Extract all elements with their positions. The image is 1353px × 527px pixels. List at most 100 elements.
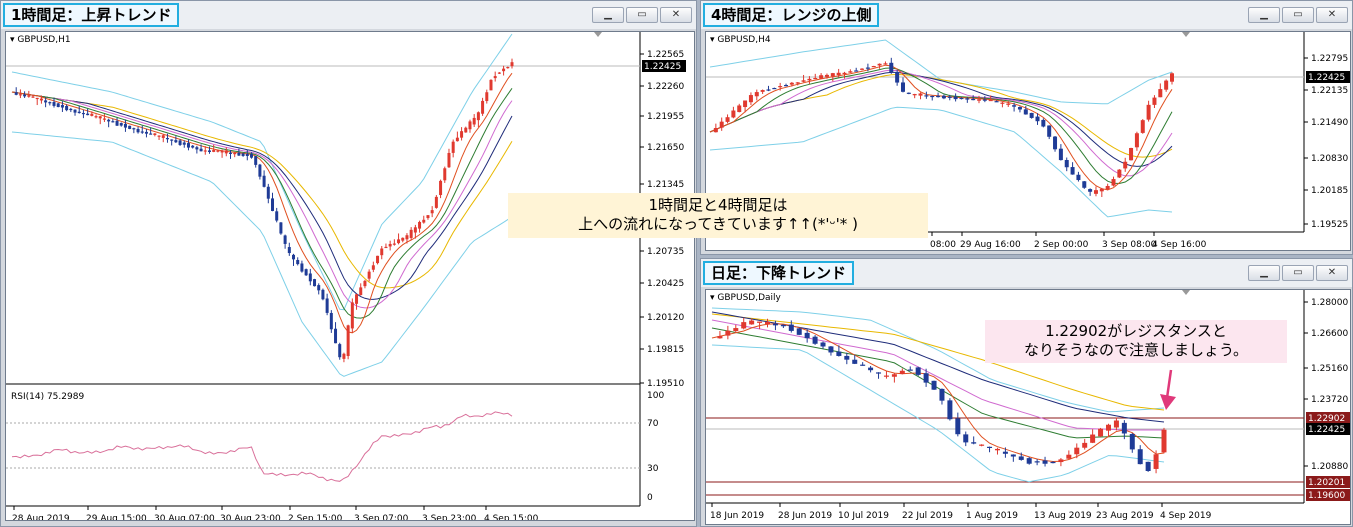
d1-candle — [788, 324, 794, 331]
d1-candle — [971, 442, 977, 444]
h4-price-label: 1.20185 — [1311, 186, 1348, 196]
h1-candle — [350, 302, 354, 329]
h1-candle — [338, 344, 342, 358]
d1-date-label: 1 Aug 2019 — [966, 511, 1018, 521]
h4-candle — [778, 86, 783, 88]
close-button[interactable]: ✕ — [660, 7, 692, 23]
dropdown-triangle-icon[interactable]: ▾ — [10, 35, 15, 45]
h1-candle — [439, 180, 443, 196]
dropdown-triangle-icon[interactable]: ▾ — [710, 35, 715, 45]
h1-candle — [342, 353, 346, 359]
h1-candle — [434, 196, 438, 208]
maximize-button[interactable]: ▭ — [626, 7, 658, 23]
d1-candle — [1026, 458, 1032, 464]
h1-price-label: 1.20120 — [647, 313, 684, 323]
h1-candle — [443, 168, 447, 181]
minimize-button[interactable]: ▁ — [592, 7, 624, 23]
main-callout-line2: 上への流れになってきています↑↑(*'ᵕ'* ) — [578, 215, 858, 233]
h1-bollinger-upper — [11, 33, 513, 311]
d1-candle — [1074, 447, 1080, 455]
h1-candle — [233, 153, 237, 155]
daily-titlebar[interactable]: 日足：下降トレンド ▁ ▭ ✕ — [701, 259, 1352, 287]
h1-candle — [334, 328, 338, 344]
d1-candle — [1105, 424, 1111, 431]
d1-date-label: 28 Jun 2019 — [778, 511, 832, 521]
h1-candle — [325, 298, 329, 313]
h4-candle — [819, 75, 824, 79]
h4-candle — [743, 100, 748, 108]
d1-candle — [1082, 442, 1088, 448]
h1-candle — [18, 94, 22, 96]
d1-candle — [1018, 456, 1024, 460]
d1-date-label: 13 Aug 2019 — [1034, 511, 1092, 521]
h1-candle — [413, 227, 417, 233]
d1-candle — [1050, 461, 1056, 464]
h1-candle — [241, 153, 245, 156]
h4-candle — [1041, 119, 1046, 127]
d1-candle — [749, 320, 755, 325]
d1-bollinger-lower — [711, 344, 1165, 483]
h4-candle — [918, 93, 923, 96]
h4-candle — [836, 72, 841, 76]
h4-candle — [754, 92, 759, 97]
dropdown-triangle-icon[interactable]: ▾ — [710, 293, 715, 303]
minimize-button[interactable]: ▁ — [1248, 265, 1280, 281]
d1-candle — [1161, 429, 1167, 453]
h4-candle — [725, 117, 730, 122]
h4-titlebar[interactable]: 4時間足：レンジの上側 ▁ ▭ ✕ — [701, 1, 1352, 29]
d1-current_price-tag: 1.22425 — [1308, 425, 1345, 435]
d1-candle — [772, 323, 778, 326]
h1-candle — [476, 112, 480, 121]
h1-rsi-level-label: 0 — [647, 493, 653, 503]
h1-shift-marker-icon — [594, 32, 602, 37]
h4-candle — [731, 110, 736, 118]
h1-date-label: 3 Sep 23:00 — [422, 514, 477, 521]
d1-candle — [987, 446, 993, 448]
h1-date-label: 30 Aug 23:00 — [220, 514, 281, 521]
h4-candle — [1129, 147, 1134, 161]
h1-moving-average — [11, 91, 513, 300]
d1-candle — [891, 374, 897, 377]
h1-candle — [283, 235, 287, 244]
h1-price-label: 1.20425 — [647, 279, 684, 289]
h1-rsi-label: RSI(14) 75.2989 — [11, 392, 84, 402]
d1-date-label: 10 Jul 2019 — [838, 511, 889, 521]
d1-date-label: 4 Sep 2019 — [1160, 511, 1212, 521]
h4-candle — [848, 71, 853, 73]
main-callout: 1時間足と4時間足は 上への流れになってきています↑↑(*'ᵕ'* ) — [508, 193, 928, 238]
h4-date-label: 2 Sep 00:00 — [1034, 240, 1089, 250]
maximize-button[interactable]: ▭ — [1282, 265, 1314, 281]
h1-candle — [468, 121, 472, 130]
h1-candle — [73, 109, 77, 113]
h1-candle — [308, 273, 312, 282]
d1-candle — [1066, 454, 1072, 459]
h4-candle — [1000, 102, 1005, 104]
d1-candle — [733, 328, 739, 332]
h1-titlebar[interactable]: 1時間足：上昇トレンド ▁ ▭ ✕ — [1, 1, 696, 29]
maximize-button[interactable]: ▭ — [1282, 7, 1314, 23]
h4-date-label: 4 Sep 16:00 — [1152, 240, 1207, 250]
d1-candle — [1010, 454, 1016, 457]
h1-candle — [94, 116, 98, 118]
h1-candle — [380, 248, 384, 256]
minimize-button[interactable]: ▁ — [1248, 7, 1280, 23]
d1-candle — [812, 336, 818, 344]
h1-candle — [170, 139, 174, 141]
close-button[interactable]: ✕ — [1316, 7, 1348, 23]
h1-candle — [149, 133, 153, 135]
h4-candle — [1117, 169, 1122, 178]
close-button[interactable]: ✕ — [1316, 265, 1348, 281]
h4-candle — [982, 99, 987, 101]
h4-date-label: 29 Aug 16:00 — [960, 240, 1021, 250]
h4-candle — [719, 121, 724, 128]
h4-candle — [1146, 104, 1151, 120]
h1-chart-area[interactable]: ▾ GBPUSD,H1 1.22565 1.22260 1.21955 1.21650… — [5, 31, 695, 521]
h1-candle — [254, 156, 258, 165]
d1-price-label: 1.20880 — [1311, 462, 1348, 472]
d1-candle — [939, 388, 945, 401]
h4-candle — [1047, 125, 1052, 137]
h4-candle — [977, 99, 982, 101]
h4-candle — [1035, 116, 1040, 122]
h1-candle — [262, 175, 266, 187]
h4-date-label: 3 Sep 08:00 — [1102, 240, 1157, 250]
